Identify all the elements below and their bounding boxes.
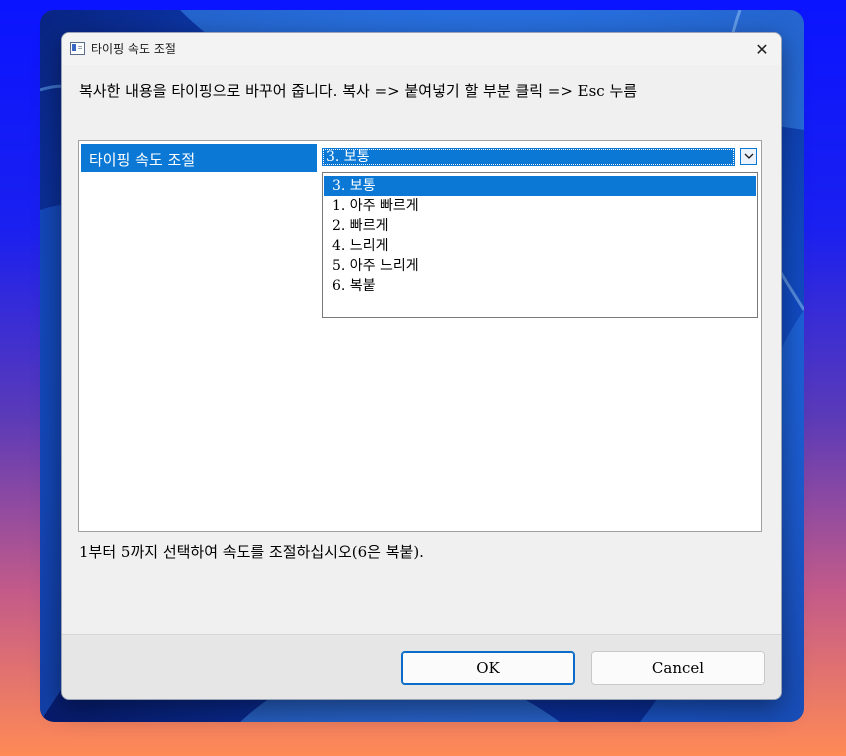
dialog-window: 타이핑 속도 조절 ✕ 복사한 내용을 타이핑으로 바꾸어 줍니다. 복사 =>… xyxy=(61,32,782,700)
description-text: 복사한 내용을 타이핑으로 바꾸어 줍니다. 복사 => 붙여넣기 할 부분 클… xyxy=(79,82,638,100)
dropdown-option[interactable]: 4. 느리게 xyxy=(324,236,756,256)
chevron-down-icon xyxy=(744,153,753,159)
property-grid: 타이핑 속도 조절 3. 보통 3. 보통 1. 아주 빠르게 2. 빠르게 4… xyxy=(78,140,762,532)
cancel-button[interactable]: Cancel xyxy=(591,651,765,685)
property-label[interactable]: 타이핑 속도 조절 xyxy=(81,144,317,172)
ok-button[interactable]: OK xyxy=(401,651,575,685)
dropdown-option[interactable]: 1. 아주 빠르게 xyxy=(324,196,756,216)
dropdown-selected-value[interactable]: 3. 보통 xyxy=(322,148,735,166)
window-title: 타이핑 속도 조절 xyxy=(91,42,176,56)
dropdown-option[interactable]: 3. 보통 xyxy=(324,176,756,196)
dropdown-option[interactable]: 6. 복붙 xyxy=(324,276,756,296)
dropdown-option[interactable]: 2. 빠르게 xyxy=(324,216,756,236)
dropdown-toggle-button[interactable] xyxy=(740,148,757,165)
title-bar[interactable]: 타이핑 속도 조절 ✕ xyxy=(62,33,781,65)
dropdown-list: 3. 보통 1. 아주 빠르게 2. 빠르게 4. 느리게 5. 아주 느리게 … xyxy=(322,172,758,318)
button-bar: OK Cancel xyxy=(62,634,781,699)
dropdown-option[interactable]: 5. 아주 느리게 xyxy=(324,256,756,276)
close-button[interactable]: ✕ xyxy=(743,33,781,65)
window-icon xyxy=(70,42,85,55)
hint-text: 1부터 5까지 선택하여 속도를 조절하십시오(6은 복붙). xyxy=(79,543,424,561)
speed-dropdown[interactable]: 3. 보통 xyxy=(322,146,761,168)
close-icon: ✕ xyxy=(755,39,769,59)
